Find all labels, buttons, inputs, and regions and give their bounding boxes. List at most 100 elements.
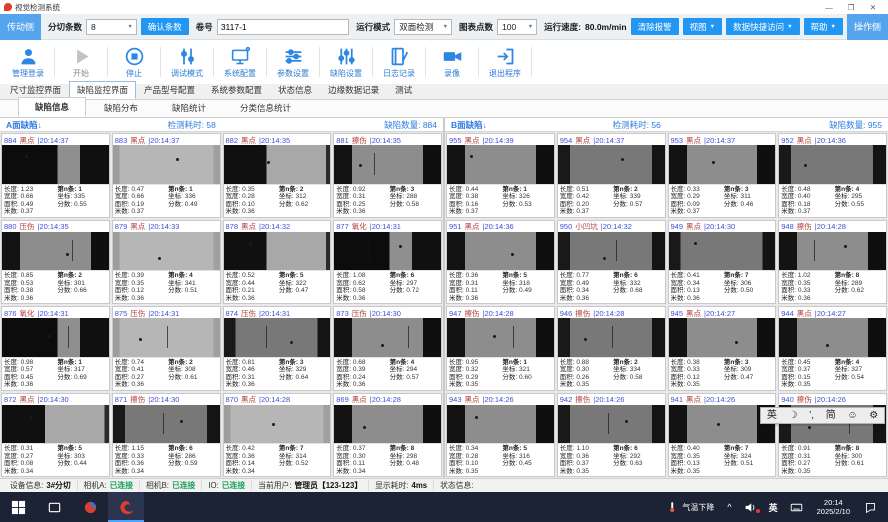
defect-cell[interactable]: 883黑点|20:14:37长度: 0.47宽度: 0.66面积: 0.19米数… (112, 133, 221, 218)
ime-bar-item-3[interactable]: 简 (826, 408, 836, 423)
metric-coord-label: 坐标: (168, 280, 183, 287)
action-center-button[interactable] (859, 492, 882, 522)
ime-bar-item-4[interactable]: ☺ (847, 408, 857, 423)
defect-cell[interactable]: 955黑点|20:14:39长度: 0.44宽度: 0.38面积: 0.16米数… (446, 133, 555, 218)
pinned-app-button[interactable] (72, 492, 108, 522)
defect-cell[interactable]: 954黑点|20:14:37长度: 0.51宽度: 0.42面积: 0.20米数… (557, 133, 666, 218)
admin-login-button[interactable]: 管理登录 (2, 45, 54, 79)
defect-cell[interactable]: 946擦伤|20:14:28长度: 0.88宽度: 0.30面积: 0.26米数… (557, 306, 666, 391)
metric-coord: 坐标: 295 (835, 193, 884, 201)
detection-app-button[interactable] (108, 492, 144, 522)
defect-cell[interactable]: 950小凹坑|20:14:32长度: 0.77宽度: 0.49面积: 0.34米… (557, 220, 666, 305)
metric-coord: 坐标: 317 (57, 366, 106, 374)
clock-widget[interactable]: 20:14 2025/2/10 (810, 498, 857, 516)
defect-cell[interactable]: 953黑点|20:14:37长度: 0.33宽度: 0.29面积: 0.09米数… (668, 133, 777, 218)
defect-cell[interactable]: 880压伤|20:14:35长度: 0.85宽度: 0.53面积: 0.38米数… (1, 220, 110, 305)
metric-strip: 第n条: 2 (613, 186, 662, 194)
metric-meter-value: 0.36 (19, 295, 33, 302)
start-button[interactable] (0, 492, 36, 522)
strip-count-select[interactable]: 8 ▼ (86, 19, 137, 35)
weather-widget[interactable]: 气温下降 (658, 492, 722, 522)
defect-cell[interactable]: 884黑点|20:14:37长度: 1.23宽度: 0.66面积: 0.49米数… (1, 133, 110, 218)
chart-points-select[interactable]: 100 ▼ (497, 19, 537, 35)
metric-length-value: 0.44 (464, 186, 478, 193)
defect-cell[interactable]: 875压伤|20:14:31长度: 0.74宽度: 0.41面积: 0.27米数… (112, 306, 221, 391)
defect-cell[interactable]: 941黑点|20:14:26长度: 0.40宽度: 0.35面积: 0.13米数… (668, 393, 777, 478)
ime-bar-item-0[interactable]: 英 (767, 408, 777, 423)
metric-area-label: 面积: (560, 201, 575, 208)
param-settings-button[interactable]: 参数设置 (267, 45, 319, 79)
defect-cell[interactable]: 872黑点|20:14:30长度: 0.31宽度: 0.27面积: 0.08米数… (1, 393, 110, 478)
view-menu-button[interactable]: 视图 ▼ (683, 18, 722, 35)
confirm-strips-button[interactable]: 确认条数 (141, 18, 189, 35)
defect-cell[interactable]: 882黑点|20:14:35长度: 0.35宽度: 0.28面积: 0.10米数… (223, 133, 332, 218)
main-tab-2[interactable]: 产品型号配置 (136, 81, 203, 99)
system-config-button[interactable]: 系统配置 (214, 45, 266, 79)
main-tab-3[interactable]: 系统参数配置 (203, 81, 270, 99)
ime-bar-item-5[interactable]: ⚙ (869, 408, 878, 423)
defect-cell[interactable]: 876氧化|20:14:31长度: 0.98宽度: 0.57面积: 0.45米数… (1, 306, 110, 391)
log-record-button[interactable]: 日志记录 (373, 45, 425, 79)
sub-tab-1[interactable]: 缺陷分布 (88, 99, 154, 117)
metric-strip-value: 6 (632, 272, 637, 279)
clear-alarm-button[interactable]: 清除报警 (631, 18, 679, 35)
sub-tab-2[interactable]: 缺陷统计 (156, 99, 222, 117)
hidden-icons-button[interactable]: ^ (722, 492, 736, 522)
exit-program-button[interactable]: 退出程序 (479, 45, 531, 79)
stop-button[interactable]: 停止 (108, 45, 160, 79)
ime-bar-item-2[interactable]: ’, (809, 408, 814, 423)
defect-cell[interactable]: 878黑点|20:14:32长度: 0.52宽度: 0.44面积: 0.21米数… (223, 220, 332, 305)
operation-side-button[interactable]: 操作侧 (847, 14, 888, 40)
maximize-button[interactable]: ❐ (840, 1, 862, 14)
record-video-button[interactable]: 录像 (426, 45, 478, 79)
defect-cell[interactable]: 870黑点|20:14:28长度: 0.42宽度: 0.36面积: 0.14米数… (223, 393, 332, 478)
main-tab-5[interactable]: 边缘数据记录 (320, 81, 387, 99)
main-tab-6[interactable]: 测试 (387, 81, 420, 99)
defect-cell[interactable]: 948擦伤|20:14:28长度: 1.02宽度: 0.35面积: 0.33米数… (778, 220, 887, 305)
close-button[interactable]: ✕ (862, 1, 884, 14)
metric-coord: 坐标: 339 (613, 193, 662, 201)
defect-image (558, 232, 665, 271)
defect-cell[interactable]: 949黑点|20:14:30长度: 0.41宽度: 0.34面积: 0.13米数… (668, 220, 777, 305)
defect-time: |20:14:32 (259, 222, 290, 231)
start-button[interactable]: 开始 (55, 45, 107, 79)
ime-language-button[interactable]: 英 (764, 492, 783, 522)
defect-id: 944 (781, 309, 794, 318)
metric-score-value: 0.49 (183, 201, 197, 208)
defect-cell[interactable]: 879黑点|20:14:33长度: 0.39宽度: 0.35面积: 0.12米数… (112, 220, 221, 305)
volume-button[interactable] (739, 492, 762, 522)
defect-cell[interactable]: 945黑点|20:14:27长度: 0.38宽度: 0.33面积: 0.12米数… (668, 306, 777, 391)
defect-cell[interactable]: 874压伤|20:14:31长度: 0.81宽度: 0.46面积: 0.31米数… (223, 306, 332, 391)
defect-cell[interactable]: 943黑点|20:14:26长度: 0.34宽度: 0.28面积: 0.10米数… (446, 393, 555, 478)
defect-mark (603, 257, 606, 260)
defect-cell[interactable]: 881擦伤|20:14:35长度: 0.92宽度: 0.31面积: 0.25米数… (333, 133, 442, 218)
sub-tab-3[interactable]: 分类信息统计 (224, 99, 307, 117)
data-shortcut-menu-button[interactable]: 数据快捷访问 ▼ (726, 18, 799, 35)
ime-bar-item-1[interactable]: ☽ (788, 408, 797, 423)
defect-cell[interactable]: 869黑点|20:14:28长度: 0.37宽度: 0.30面积: 0.11米数… (333, 393, 442, 478)
roll-number-label: 卷号 (196, 21, 213, 33)
metric-strip: 第n条: 4 (835, 186, 884, 194)
defect-cell[interactable]: 877氧化|20:14:31长度: 1.08宽度: 0.62面积: 0.58米数… (333, 220, 442, 305)
defect-cell[interactable]: 940擦伤|20:14:26长度: 0.91宽度: 0.31面积: 0.27米数… (778, 393, 887, 478)
task-view-button[interactable] (36, 492, 72, 522)
minimize-button[interactable]: — (818, 1, 840, 14)
defect-cell[interactable]: 942擦伤|20:14:26长度: 1.10宽度: 0.36面积: 0.37米数… (557, 393, 666, 478)
defect-cell[interactable]: 947擦伤|20:14:28长度: 0.95宽度: 0.32面积: 0.29米数… (446, 306, 555, 391)
defect-cell[interactable]: 952黑点|20:14:36长度: 0.48宽度: 0.40面积: 0.18米数… (778, 133, 887, 218)
defect-cell[interactable]: 873压伤|20:14:30长度: 0.68宽度: 0.39面积: 0.24米数… (333, 306, 442, 391)
metric-strip: 第n条: 8 (390, 445, 439, 453)
sub-tab-0[interactable]: 缺陷信息 (18, 97, 86, 117)
defect-cell[interactable]: 951黑点|20:14:36长度: 0.36宽度: 0.31面积: 0.11米数… (446, 220, 555, 305)
help-menu-button[interactable]: 帮助 ▼ (804, 18, 843, 35)
defect-settings-button[interactable]: 缺陷设置 (320, 45, 372, 79)
main-tab-4[interactable]: 状态信息 (270, 81, 320, 99)
roll-number-input[interactable] (217, 19, 349, 35)
run-mode-select[interactable]: 双面检测 ▼ (394, 19, 452, 35)
debug-mode-button[interactable]: 调试模式 (161, 45, 213, 79)
defect-cell[interactable]: 944黑点|20:14:27长度: 0.45宽度: 0.37面积: 0.15米数… (778, 306, 887, 391)
transmission-side-button[interactable]: 传动侧 (0, 14, 41, 40)
metric-area-value: 0.31 (240, 374, 254, 381)
defect-cell[interactable]: 871擦伤|20:14:30长度: 1.15宽度: 0.33面积: 0.36米数… (112, 393, 221, 478)
keyboard-button[interactable] (785, 492, 808, 522)
